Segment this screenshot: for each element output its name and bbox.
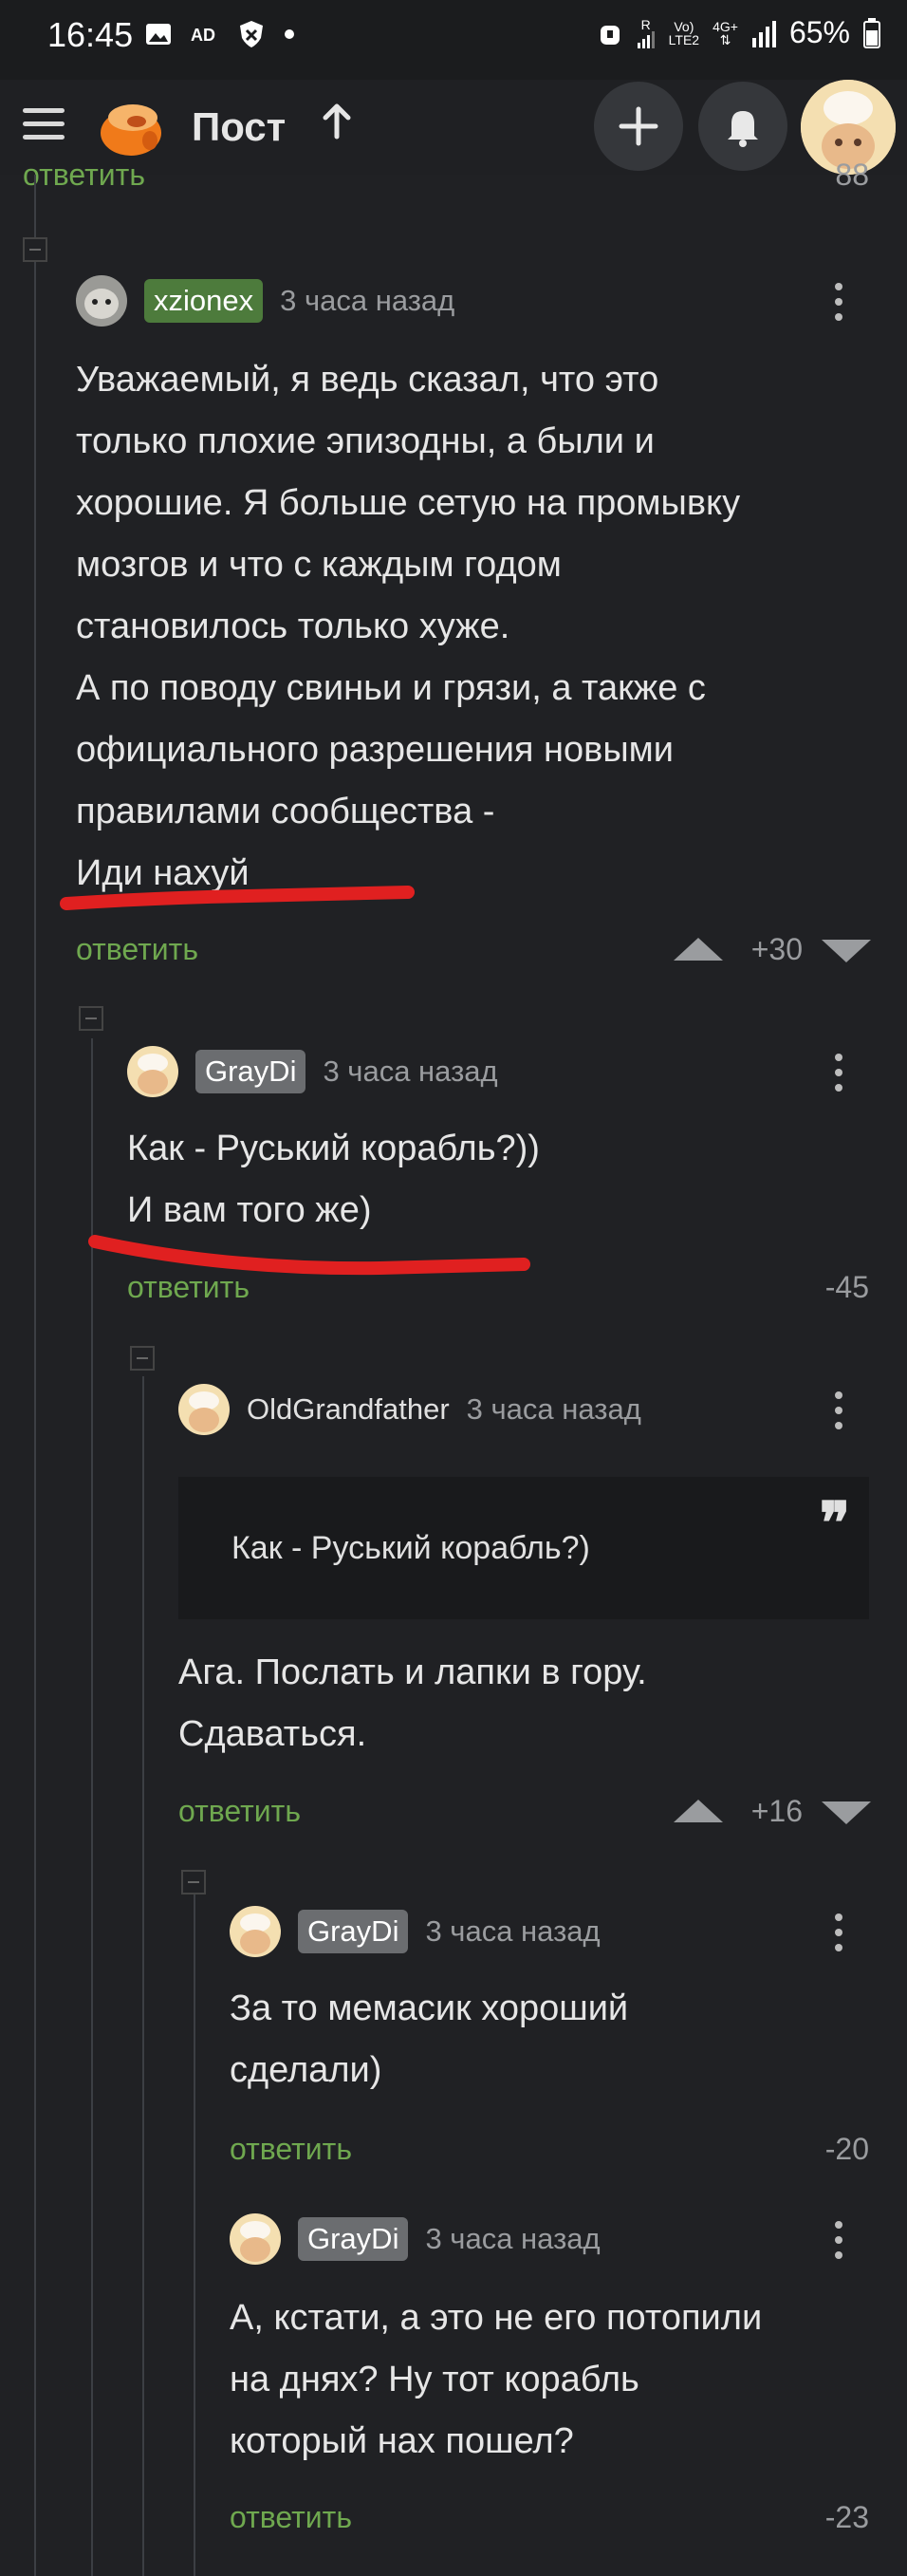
- annotation-underlines: [60, 886, 530, 1276]
- red-underline: [60, 886, 415, 910]
- red-underline: [88, 1235, 530, 1276]
